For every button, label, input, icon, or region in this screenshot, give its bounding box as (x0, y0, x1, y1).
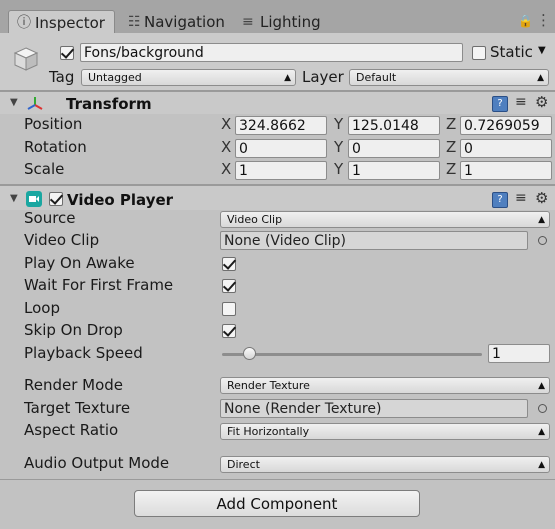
loop-checkbox[interactable] (222, 302, 236, 316)
video-clip-field[interactable]: None (Video Clip) (220, 231, 528, 250)
y-axis-label[interactable]: Y (334, 115, 343, 133)
layer-label: Layer (302, 68, 344, 86)
dropdown-arrow-icon: ▲︎ (538, 427, 545, 437)
tag-label: Tag (49, 68, 75, 86)
layer-dropdown[interactable]: Default ▲︎ (349, 69, 549, 86)
foldout-arrow-icon[interactable]: ▼ (10, 193, 18, 204)
position-z-field[interactable]: 0.7269059 (460, 116, 552, 135)
object-header: Fons/background Static ▼ Tag Untagged ▲︎… (0, 33, 555, 91)
scale-x-field[interactable]: 1 (235, 161, 327, 180)
dropdown-arrow-icon: ▲︎ (284, 73, 291, 83)
layer-value: Default (356, 71, 397, 84)
position-y-field[interactable]: 125.0148 (348, 116, 440, 135)
z-axis-label[interactable]: Z (446, 160, 456, 178)
x-axis-label[interactable]: X (221, 160, 231, 178)
tag-dropdown[interactable]: Untagged ▲︎ (81, 69, 296, 86)
render-mode-dropdown[interactable]: Render Texture ▲︎ (220, 377, 550, 394)
info-icon: ⓘ (17, 15, 31, 31)
rotation-y-field[interactable]: 0 (348, 139, 440, 158)
dropdown-arrow-icon: ▲︎ (538, 381, 545, 391)
video-player-icon (26, 191, 42, 207)
lighting-icon: ≡ (242, 14, 254, 30)
section-divider (0, 479, 555, 480)
render-mode-label: Render Mode (24, 376, 124, 394)
aspect-ratio-dropdown[interactable]: Fit Horizontally ▲︎ (220, 423, 550, 440)
lock-icon[interactable]: 🔒 (518, 14, 533, 28)
gear-icon[interactable]: ⚙ (535, 93, 548, 111)
presets-icon[interactable]: ≡ (515, 94, 527, 110)
object-active-checkbox[interactable] (60, 46, 74, 60)
transform-axes-icon (27, 97, 43, 110)
playback-speed-slider-thumb[interactable] (243, 347, 256, 360)
wait-first-frame-label: Wait For First Frame (24, 276, 174, 294)
presets-icon[interactable]: ≡ (515, 190, 527, 206)
gear-icon[interactable]: ⚙ (535, 189, 548, 207)
dropdown-arrow-icon: ▲︎ (538, 460, 545, 470)
video-player-header[interactable]: ▼ Video Player ? ≡ ⚙ (0, 185, 555, 210)
gameobject-cube-icon (12, 45, 40, 73)
play-on-awake-label: Play On Awake (24, 254, 135, 272)
add-component-button[interactable]: Add Component (134, 490, 420, 517)
menu-icon[interactable]: ⋮ (536, 11, 551, 29)
loop-label: Loop (24, 299, 60, 317)
tab-lighting[interactable]: ≡ Lighting (242, 10, 342, 34)
static-checkbox[interactable] (472, 46, 486, 60)
play-on-awake-checkbox[interactable] (222, 257, 236, 271)
playback-speed-slider-track[interactable] (222, 353, 482, 356)
help-icon[interactable]: ? (492, 192, 508, 208)
audio-output-mode-value: Direct (227, 458, 260, 471)
y-axis-label[interactable]: Y (334, 138, 343, 156)
audio-output-mode-label: Audio Output Mode (24, 454, 170, 472)
tab-navigation[interactable]: ☷ Navigation (124, 10, 229, 34)
aspect-ratio-value: Fit Horizontally (227, 425, 310, 438)
source-dropdown[interactable]: Video Clip ▲︎ (220, 211, 550, 228)
static-dropdown-icon[interactable]: ▼ (538, 45, 546, 56)
help-icon[interactable]: ? (492, 96, 508, 112)
tab-inspector[interactable]: ⓘ Inspector (8, 10, 115, 35)
dropdown-arrow-icon: ▲︎ (537, 73, 544, 83)
z-axis-label[interactable]: Z (446, 115, 456, 133)
x-axis-label[interactable]: X (221, 138, 231, 156)
video-player-enabled-checkbox[interactable] (49, 192, 63, 206)
transform-header[interactable]: ▼ Transform ? ≡ ⚙ (0, 91, 555, 114)
playback-speed-field[interactable]: 1 (488, 344, 550, 363)
skip-on-drop-checkbox[interactable] (222, 324, 236, 338)
tag-value: Untagged (88, 71, 142, 84)
target-texture-field[interactable]: None (Render Texture) (220, 399, 528, 418)
y-axis-label[interactable]: Y (334, 160, 343, 178)
skip-on-drop-label: Skip On Drop (24, 321, 123, 339)
rotation-z-field[interactable]: 0 (460, 139, 552, 158)
scale-z-field[interactable]: 1 (460, 161, 552, 180)
object-picker-icon[interactable] (538, 236, 547, 245)
render-mode-value: Render Texture (227, 379, 310, 392)
video-clip-label: Video Clip (24, 231, 100, 249)
position-label: Position (24, 115, 83, 133)
aspect-ratio-label: Aspect Ratio (24, 421, 119, 439)
object-picker-icon[interactable] (538, 404, 547, 413)
video-player-title: Video Player (67, 191, 174, 209)
object-name-field[interactable]: Fons/background (80, 43, 463, 62)
playback-speed-label: Playback Speed (24, 344, 143, 362)
x-axis-label[interactable]: X (221, 115, 231, 133)
wait-first-frame-checkbox[interactable] (222, 279, 236, 293)
rotation-label: Rotation (24, 138, 87, 156)
navigation-icon: ☷ (128, 14, 141, 30)
scale-label: Scale (24, 160, 65, 178)
source-value: Video Clip (227, 213, 283, 226)
z-axis-label[interactable]: Z (446, 138, 456, 156)
audio-output-mode-dropdown[interactable]: Direct ▲︎ (220, 456, 550, 473)
scale-y-field[interactable]: 1 (348, 161, 440, 180)
target-texture-label: Target Texture (24, 399, 131, 417)
transform-title: Transform (66, 95, 152, 113)
position-x-field[interactable]: 324.8662 (235, 116, 327, 135)
source-label: Source (24, 209, 76, 227)
dropdown-arrow-icon: ▲︎ (538, 215, 545, 225)
rotation-x-field[interactable]: 0 (235, 139, 327, 158)
tab-bar: ⓘ Inspector ☷ Navigation ≡ Lighting 🔒 ⋮ (0, 0, 555, 35)
foldout-arrow-icon[interactable]: ▼ (10, 97, 18, 108)
static-label: Static (490, 43, 533, 61)
